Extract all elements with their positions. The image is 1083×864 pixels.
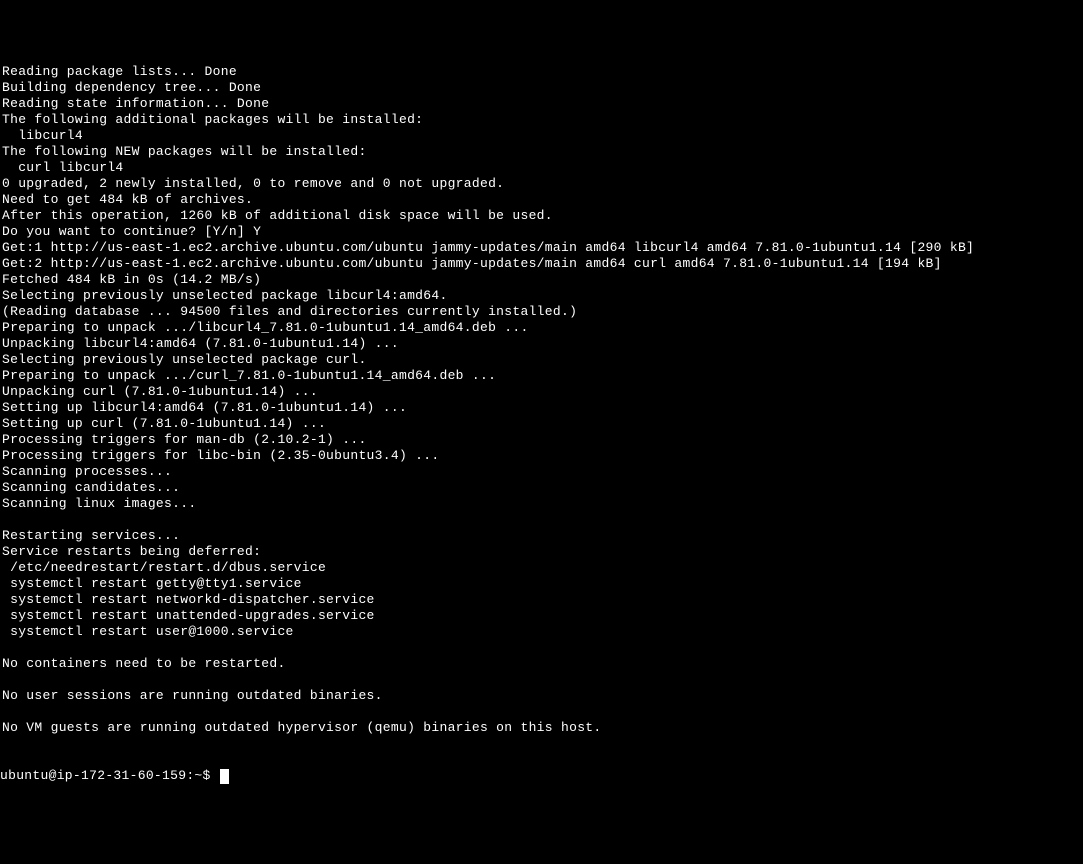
- output-line: [2, 512, 1081, 528]
- output-line: No VM guests are running outdated hyperv…: [2, 720, 1081, 736]
- output-line: No containers need to be restarted.: [2, 656, 1081, 672]
- output-line: 0 upgraded, 2 newly installed, 0 to remo…: [2, 176, 1081, 192]
- terminal-output[interactable]: Reading package lists... DoneBuilding de…: [0, 64, 1083, 736]
- output-line: Do you want to continue? [Y/n] Y: [2, 224, 1081, 240]
- output-line: Processing triggers for man-db (2.10.2-1…: [2, 432, 1081, 448]
- output-line: Selecting previously unselected package …: [2, 288, 1081, 304]
- output-line: (Reading database ... 94500 files and di…: [2, 304, 1081, 320]
- output-line: Service restarts being deferred:: [2, 544, 1081, 560]
- output-line: Scanning candidates...: [2, 480, 1081, 496]
- output-line: [2, 672, 1081, 688]
- output-line: The following NEW packages will be insta…: [2, 144, 1081, 160]
- output-line: Selecting previously unselected package …: [2, 352, 1081, 368]
- output-line: systemctl restart user@1000.service: [2, 624, 1081, 640]
- output-line: Unpacking libcurl4:amd64 (7.81.0-1ubuntu…: [2, 336, 1081, 352]
- output-line: systemctl restart getty@tty1.service: [2, 576, 1081, 592]
- output-line: Get:2 http://us-east-1.ec2.archive.ubunt…: [2, 256, 1081, 272]
- output-line: [2, 704, 1081, 720]
- output-line: Setting up libcurl4:amd64 (7.81.0-1ubunt…: [2, 400, 1081, 416]
- output-line: Reading state information... Done: [2, 96, 1081, 112]
- output-line: curl libcurl4: [2, 160, 1081, 176]
- output-line: After this operation, 1260 kB of additio…: [2, 208, 1081, 224]
- output-line: [2, 640, 1081, 656]
- output-line: The following additional packages will b…: [2, 112, 1081, 128]
- output-line: No user sessions are running outdated bi…: [2, 688, 1081, 704]
- output-line: Reading package lists... Done: [2, 64, 1081, 80]
- output-line: /etc/needrestart/restart.d/dbus.service: [2, 560, 1081, 576]
- output-line: Get:1 http://us-east-1.ec2.archive.ubunt…: [2, 240, 1081, 256]
- prompt-line[interactable]: ubuntu@ip-172-31-60-159:~$: [0, 768, 1083, 784]
- output-line: Scanning linux images...: [2, 496, 1081, 512]
- output-line: Processing triggers for libc-bin (2.35-0…: [2, 448, 1081, 464]
- output-line: Unpacking curl (7.81.0-1ubuntu1.14) ...: [2, 384, 1081, 400]
- output-line: Building dependency tree... Done: [2, 80, 1081, 96]
- output-line: systemctl restart networkd-dispatcher.se…: [2, 592, 1081, 608]
- output-line: Restarting services...: [2, 528, 1081, 544]
- cursor-icon: [220, 769, 229, 784]
- output-line: libcurl4: [2, 128, 1081, 144]
- shell-prompt: ubuntu@ip-172-31-60-159:~$: [0, 768, 219, 784]
- output-line: Setting up curl (7.81.0-1ubuntu1.14) ...: [2, 416, 1081, 432]
- output-line: Scanning processes...: [2, 464, 1081, 480]
- output-line: Fetched 484 kB in 0s (14.2 MB/s): [2, 272, 1081, 288]
- output-line: systemctl restart unattended-upgrades.se…: [2, 608, 1081, 624]
- output-line: Preparing to unpack .../curl_7.81.0-1ubu…: [2, 368, 1081, 384]
- output-line: Preparing to unpack .../libcurl4_7.81.0-…: [2, 320, 1081, 336]
- output-line: Need to get 484 kB of archives.: [2, 192, 1081, 208]
